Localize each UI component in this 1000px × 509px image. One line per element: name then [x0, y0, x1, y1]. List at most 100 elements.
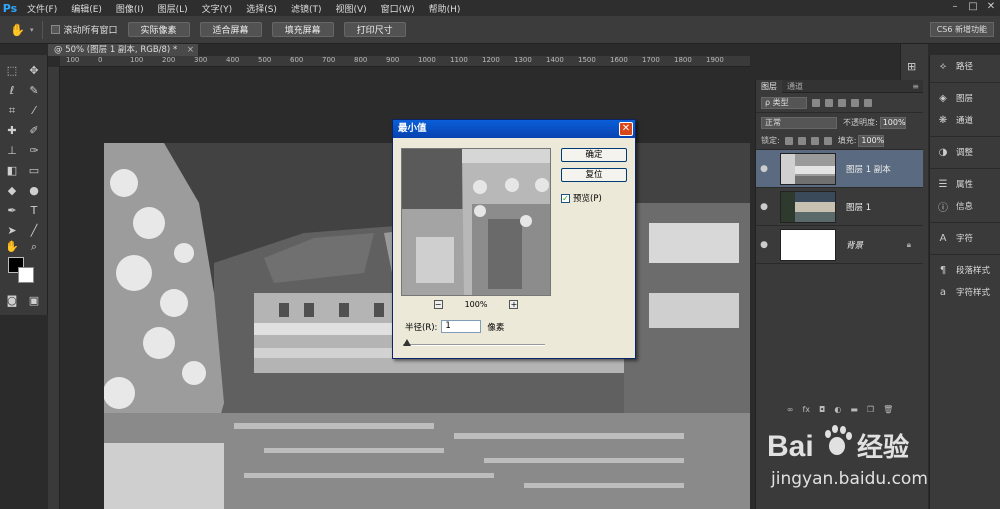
- type-tool-icon[interactable]: T: [26, 203, 42, 219]
- menu-help[interactable]: 帮助(H): [422, 2, 468, 15]
- visibility-eye-icon[interactable]: ●: [756, 164, 772, 174]
- layer-style-icon[interactable]: fx: [802, 405, 810, 414]
- move-tool-icon[interactable]: ✥: [26, 63, 42, 79]
- delete-layer-icon[interactable]: 🗑︎: [883, 405, 893, 414]
- quick-select-tool-icon[interactable]: ✎: [26, 83, 42, 99]
- lock-transparency-icon[interactable]: [784, 136, 793, 145]
- properties-panel-button[interactable]: ☰ 属性: [930, 173, 1000, 195]
- zoom-tool-icon[interactable]: ⌕: [26, 239, 42, 255]
- brush-tool-icon[interactable]: ✐: [26, 123, 42, 139]
- lasso-tool-icon[interactable]: ℓ: [4, 83, 20, 99]
- filter-preview[interactable]: [401, 148, 551, 296]
- preview-checkbox[interactable]: ✓ 预览(P): [561, 192, 602, 204]
- history-panel-icon[interactable]: ⊞: [907, 60, 916, 73]
- healing-brush-tool-icon[interactable]: ✚: [4, 123, 20, 139]
- tab-channels[interactable]: 通道: [782, 80, 808, 93]
- group-icon[interactable]: ▬: [850, 405, 858, 414]
- adjustment-filter-icon[interactable]: [825, 98, 833, 107]
- panel-menu-icon[interactable]: ≡: [912, 82, 919, 91]
- background-color-swatch[interactable]: [18, 267, 34, 283]
- fit-screen-button[interactable]: 适合屏幕: [199, 22, 262, 37]
- close-icon[interactable]: ✕: [984, 1, 998, 13]
- layer-mask-icon[interactable]: ◘: [819, 405, 825, 414]
- layer-row[interactable]: ● 图层 1: [756, 188, 923, 226]
- pen-tool-icon[interactable]: ✒: [4, 203, 20, 219]
- lock-image-icon[interactable]: [797, 136, 806, 145]
- menu-file[interactable]: 文件(F): [20, 2, 64, 15]
- minimize-icon[interactable]: –: [948, 1, 962, 13]
- workspace-switcher[interactable]: CS6 新增功能: [929, 22, 994, 37]
- paths-panel-button[interactable]: ⟡ 路径: [930, 55, 1000, 77]
- menu-image[interactable]: 图像(I): [109, 2, 151, 15]
- quick-mask-icon[interactable]: ◙: [4, 293, 20, 309]
- ruler-tick-label: 500: [258, 56, 272, 64]
- close-tab-icon[interactable]: ×: [187, 44, 194, 56]
- menu-window[interactable]: 窗口(W): [374, 2, 422, 15]
- opacity-field[interactable]: 100%: [879, 116, 906, 129]
- visibility-eye-icon[interactable]: ●: [756, 240, 772, 250]
- menu-edit[interactable]: 编辑(E): [64, 2, 109, 15]
- dialog-title-bar[interactable]: 最小值 ✕: [393, 120, 635, 138]
- link-layers-icon[interactable]: ∞: [787, 405, 794, 414]
- eraser-tool-icon[interactable]: ◧: [4, 163, 20, 179]
- radius-input[interactable]: 1: [441, 320, 482, 333]
- character-styles-panel-button[interactable]: a 字符样式: [930, 281, 1000, 303]
- menu-layer[interactable]: 图层(L): [151, 2, 195, 15]
- actual-pixels-button[interactable]: 实际像素: [127, 22, 190, 37]
- layers-panel-button[interactable]: ◈ 图层: [930, 87, 1000, 109]
- pixel-filter-icon[interactable]: [812, 98, 820, 107]
- adjustment-layer-icon[interactable]: ◐: [834, 405, 841, 414]
- marquee-tool-icon[interactable]: ⬚: [4, 63, 20, 79]
- channels-panel-button[interactable]: ❋ 通道: [930, 109, 1000, 131]
- ok-button[interactable]: 确定: [561, 148, 627, 162]
- menu-type[interactable]: 文字(Y): [195, 2, 240, 15]
- crop-tool-icon[interactable]: ⌗: [4, 103, 20, 119]
- new-layer-icon[interactable]: ❐: [867, 405, 874, 414]
- tool-preset-arrow-icon[interactable]: ▾: [30, 26, 34, 34]
- smart-object-filter-icon[interactable]: [864, 98, 872, 107]
- menu-select[interactable]: 选择(S): [239, 2, 284, 15]
- path-selection-tool-icon[interactable]: ➤: [4, 223, 20, 239]
- preview-check-icon[interactable]: ✓: [561, 193, 570, 203]
- document-tab[interactable]: @ 50% (图层 1 副本, RGB/8) * ×: [48, 44, 198, 56]
- dodge-tool-icon[interactable]: ●: [26, 183, 42, 199]
- scroll-all-windows-checkbox[interactable]: 滚动所有窗口: [50, 23, 118, 36]
- layer-row[interactable]: ● 背景 🔒︎: [756, 226, 923, 264]
- visibility-eye-icon[interactable]: ●: [756, 202, 772, 212]
- history-brush-tool-icon[interactable]: ✑: [26, 143, 42, 159]
- lock-all-icon[interactable]: [823, 136, 832, 145]
- shape-filter-icon[interactable]: [851, 98, 859, 107]
- blur-tool-icon[interactable]: ◆: [4, 183, 20, 199]
- radius-slider[interactable]: [403, 344, 545, 346]
- reset-button[interactable]: 复位: [561, 168, 627, 182]
- blend-mode-select[interactable]: 正常: [761, 116, 837, 129]
- line-tool-icon[interactable]: ╱: [26, 223, 42, 239]
- checkbox-box[interactable]: [50, 25, 60, 34]
- tab-layers[interactable]: 图层: [756, 79, 782, 93]
- clone-stamp-tool-icon[interactable]: ⊥: [4, 143, 20, 159]
- menu-filter[interactable]: 滤镜(T): [284, 2, 329, 15]
- radius-slider-thumb[interactable]: [403, 339, 411, 346]
- type-filter-icon[interactable]: [838, 98, 846, 107]
- print-size-button[interactable]: 打印尺寸: [343, 22, 406, 37]
- dialog-close-icon[interactable]: ✕: [619, 122, 633, 136]
- menu-view[interactable]: 视图(V): [328, 2, 373, 15]
- hand-tool-icon[interactable]: ✋: [10, 23, 30, 37]
- hand-icon[interactable]: ✋: [4, 239, 20, 255]
- fill-screen-button[interactable]: 填充屏幕: [271, 22, 334, 37]
- paragraph-styles-panel-button[interactable]: ¶ 段落样式: [930, 259, 1000, 281]
- eyedropper-tool-icon[interactable]: ⁄: [26, 103, 42, 119]
- adjustments-panel-button[interactable]: ◑ 调整: [930, 141, 1000, 163]
- fill-field[interactable]: 100%: [858, 134, 885, 147]
- character-panel-button[interactable]: A 字符: [930, 227, 1000, 249]
- info-panel-button[interactable]: ⓘ 信息: [930, 195, 1000, 217]
- maximize-icon[interactable]: □: [966, 1, 980, 13]
- zoom-in-button[interactable]: +: [509, 300, 519, 309]
- layer-kind-filter[interactable]: ρ 类型: [761, 96, 807, 109]
- gradient-tool-icon[interactable]: ▭: [26, 163, 42, 179]
- lock-position-icon[interactable]: [810, 136, 819, 145]
- zoom-out-button[interactable]: −: [433, 300, 443, 309]
- layer-row[interactable]: ● 图层 1 副本: [756, 150, 923, 188]
- screen-mode-icon[interactable]: ▣: [26, 293, 42, 309]
- lock-row: 锁定: 填充: 100%: [756, 132, 923, 150]
